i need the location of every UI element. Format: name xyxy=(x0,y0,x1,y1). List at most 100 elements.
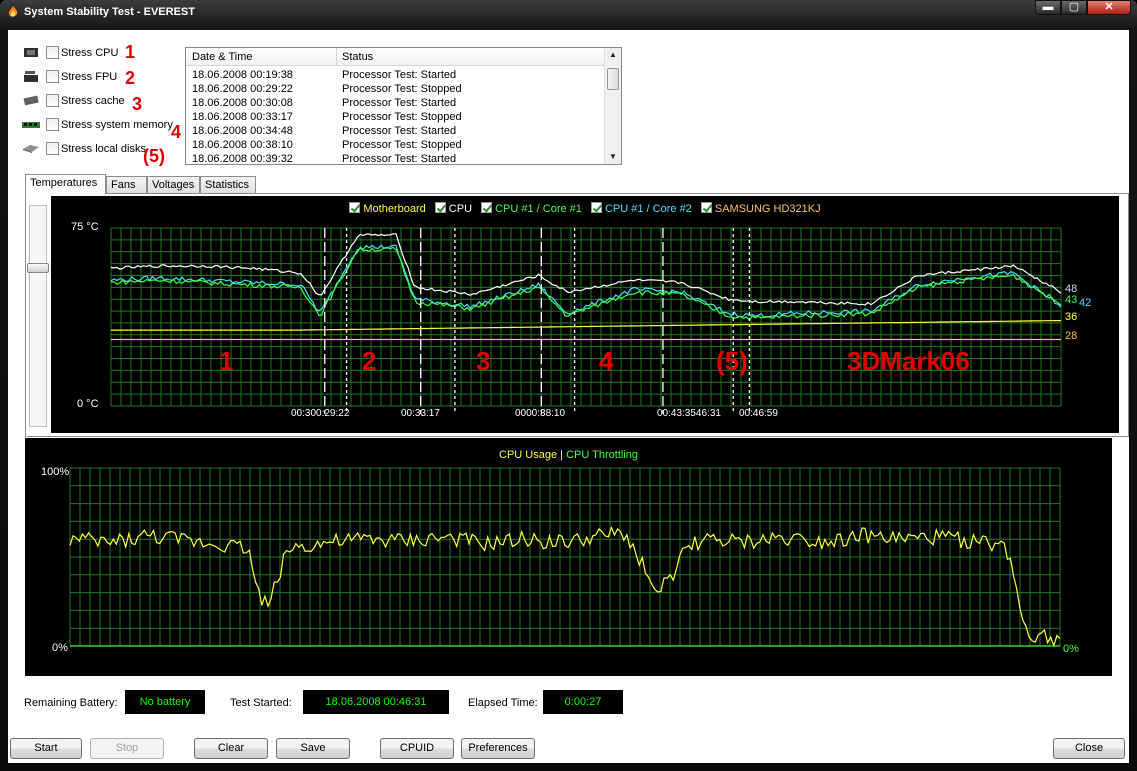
memory-module-icon xyxy=(22,122,40,128)
stop-button[interactable]: Stop xyxy=(90,738,164,759)
cpu-ymin-label: 0% xyxy=(52,642,68,654)
stress-fpu-row[interactable]: Stress FPU xyxy=(18,68,188,86)
start-button[interactable]: Start xyxy=(10,738,82,759)
segment-label: 4 xyxy=(599,346,614,376)
end-value-disk: 28 xyxy=(1065,330,1078,342)
stress-fpu-label: Stress FPU xyxy=(61,71,118,83)
segment-label: (5) xyxy=(716,346,748,376)
log-status: Processor Test: Started xyxy=(342,153,457,165)
title-bar[interactable]: System Stability Test - EVEREST ▬ ▢ ✕ xyxy=(0,0,1137,26)
log-row[interactable]: 18.06.2008 00:39:32 Processor Test: Start… xyxy=(186,152,605,165)
segment-label: 3 xyxy=(476,346,491,376)
fpu-chip-icon xyxy=(24,71,38,82)
column-datetime[interactable]: Date & Time xyxy=(192,51,253,63)
graph-scale-slider[interactable] xyxy=(29,205,47,427)
legend-motherboard[interactable]: Motherboard xyxy=(349,202,426,215)
test-started-value: 18.06.2008 00:46:31 xyxy=(303,690,449,714)
tab-voltages[interactable]: Voltages xyxy=(147,176,200,194)
event-log-list[interactable]: Date & Time Status 18.06.2008 00:19:38 Pr… xyxy=(185,47,622,165)
legend-checkbox-icon[interactable] xyxy=(434,202,446,213)
battery-value: No battery xyxy=(125,690,205,714)
log-status: Processor Test: Stopped xyxy=(342,83,462,95)
stress-cache-checkbox[interactable] xyxy=(46,94,59,107)
legend-label: CPU xyxy=(448,203,473,215)
preferences-button[interactable]: Preferences xyxy=(461,738,535,759)
cpu-chip-icon xyxy=(24,48,38,57)
log-status: Processor Test: Started xyxy=(342,97,457,109)
window-close-button[interactable]: ✕ xyxy=(1087,0,1131,15)
stress-memory-label: Stress system memory xyxy=(61,119,173,131)
legend-core1[interactable]: CPU #1 / Core #1 xyxy=(481,202,582,215)
log-header: Date & Time Status xyxy=(186,48,605,66)
legend-checkbox-icon[interactable] xyxy=(590,202,602,213)
cpuid-button[interactable]: CPUID xyxy=(380,738,454,759)
tab-statistics[interactable]: Statistics xyxy=(200,176,256,194)
log-row[interactable]: 18.06.2008 00:38:10 Processor Test: Stopp… xyxy=(186,138,605,152)
tab-temperatures[interactable]: Temperatures xyxy=(25,174,106,194)
marker-label: 00:43:3546:31 xyxy=(657,408,721,419)
window-title: System Stability Test - EVEREST xyxy=(24,6,195,18)
stress-fpu-checkbox[interactable] xyxy=(46,70,59,83)
stress-memory-row[interactable]: Stress system memory xyxy=(18,116,188,134)
log-time: 18.06.2008 00:19:38 xyxy=(192,69,293,81)
stress-cache-label: Stress cache xyxy=(61,95,125,107)
legend-cpu-throttling: CPU Throttling xyxy=(566,449,638,461)
log-row[interactable]: 18.06.2008 00:29:22 Processor Test: Stopp… xyxy=(186,82,605,96)
tab-fans[interactable]: Fans xyxy=(106,176,147,194)
legend-label: CPU #1 / Core #1 xyxy=(495,203,582,215)
log-row[interactable]: 18.06.2008 00:34:48 Processor Test: Start… xyxy=(186,124,605,138)
stress-memory-checkbox[interactable] xyxy=(46,118,59,131)
temp-ymin-label: 0 °C xyxy=(77,398,99,410)
legend-disk[interactable]: SAMSUNG HD321KJ xyxy=(700,202,821,215)
close-button[interactable]: Close xyxy=(1053,738,1125,759)
minimize-button[interactable]: ▬ xyxy=(1035,0,1061,15)
slider-thumb[interactable] xyxy=(27,263,49,273)
stress-disks-checkbox[interactable] xyxy=(46,142,59,155)
log-scrollbar[interactable]: ▲ ▼ xyxy=(604,48,621,164)
cpu-legend: CPU Usage | CPU Throttling xyxy=(25,449,1112,461)
marker-label: 00:300:29:22 xyxy=(291,408,350,419)
legend-core2[interactable]: CPU #1 / Core #2 xyxy=(590,202,692,215)
scroll-thumb[interactable] xyxy=(607,68,619,90)
annotation-5: (5) xyxy=(143,146,165,166)
cache-chip-icon xyxy=(23,95,39,106)
log-status: Processor Test: Stopped xyxy=(342,111,462,123)
temperature-graph-canvas xyxy=(110,227,1062,414)
legend-checkbox-icon[interactable] xyxy=(481,202,493,213)
annotation-2: 2 xyxy=(125,68,136,88)
legend-checkbox-icon[interactable] xyxy=(349,202,361,213)
log-row[interactable]: 18.06.2008 00:19:38 Processor Test: Start… xyxy=(186,68,605,82)
stress-cpu-row[interactable]: Stress CPU xyxy=(18,44,188,62)
log-time: 18.06.2008 00:33:17 xyxy=(192,111,293,123)
maximize-button[interactable]: ▢ xyxy=(1061,0,1087,15)
legend-checkbox-icon[interactable] xyxy=(700,202,712,213)
save-button[interactable]: Save xyxy=(276,738,350,759)
stress-cpu-checkbox[interactable] xyxy=(46,46,59,59)
stress-cpu-label: Stress CPU xyxy=(61,47,119,59)
log-time: 18.06.2008 00:30:08 xyxy=(192,97,293,109)
clear-button[interactable]: Clear xyxy=(194,738,268,759)
log-row[interactable]: 18.06.2008 00:30:08 Processor Test: Start… xyxy=(186,96,605,110)
log-row[interactable]: 18.06.2008 00:33:17 Processor Test: Stopp… xyxy=(186,110,605,124)
app-window: System Stability Test - EVEREST ▬ ▢ ✕ St… xyxy=(0,0,1137,771)
log-time: 18.06.2008 00:34:48 xyxy=(192,125,293,137)
stress-disks-label: Stress local disks xyxy=(61,143,146,155)
battery-label: Remaining Battery: xyxy=(24,697,118,709)
legend-label: SAMSUNG HD321KJ xyxy=(714,203,821,215)
legend-separator: | xyxy=(560,449,563,461)
stress-cache-row[interactable]: Stress cache xyxy=(18,92,188,110)
cpu-end-value: 0% xyxy=(1063,643,1079,655)
legend-cpu-usage: CPU Usage xyxy=(499,449,558,461)
column-status[interactable]: Status xyxy=(342,51,373,63)
legend-cpu[interactable]: CPU xyxy=(434,202,473,215)
scroll-down-icon[interactable]: ▼ xyxy=(609,152,617,161)
column-separator xyxy=(336,48,337,66)
end-value-core1: 43 xyxy=(1065,294,1078,306)
log-time: 18.06.2008 00:29:22 xyxy=(192,83,293,95)
scroll-up-icon[interactable]: ▲ xyxy=(609,50,617,59)
series-line-motherboard xyxy=(111,320,1061,331)
marker-label: 00:46:59 xyxy=(739,408,778,419)
end-value-core2: 42 xyxy=(1079,297,1092,309)
elapsed-time-label: Elapsed Time: xyxy=(468,697,538,709)
segment-label: 3DMark06 xyxy=(847,346,970,376)
